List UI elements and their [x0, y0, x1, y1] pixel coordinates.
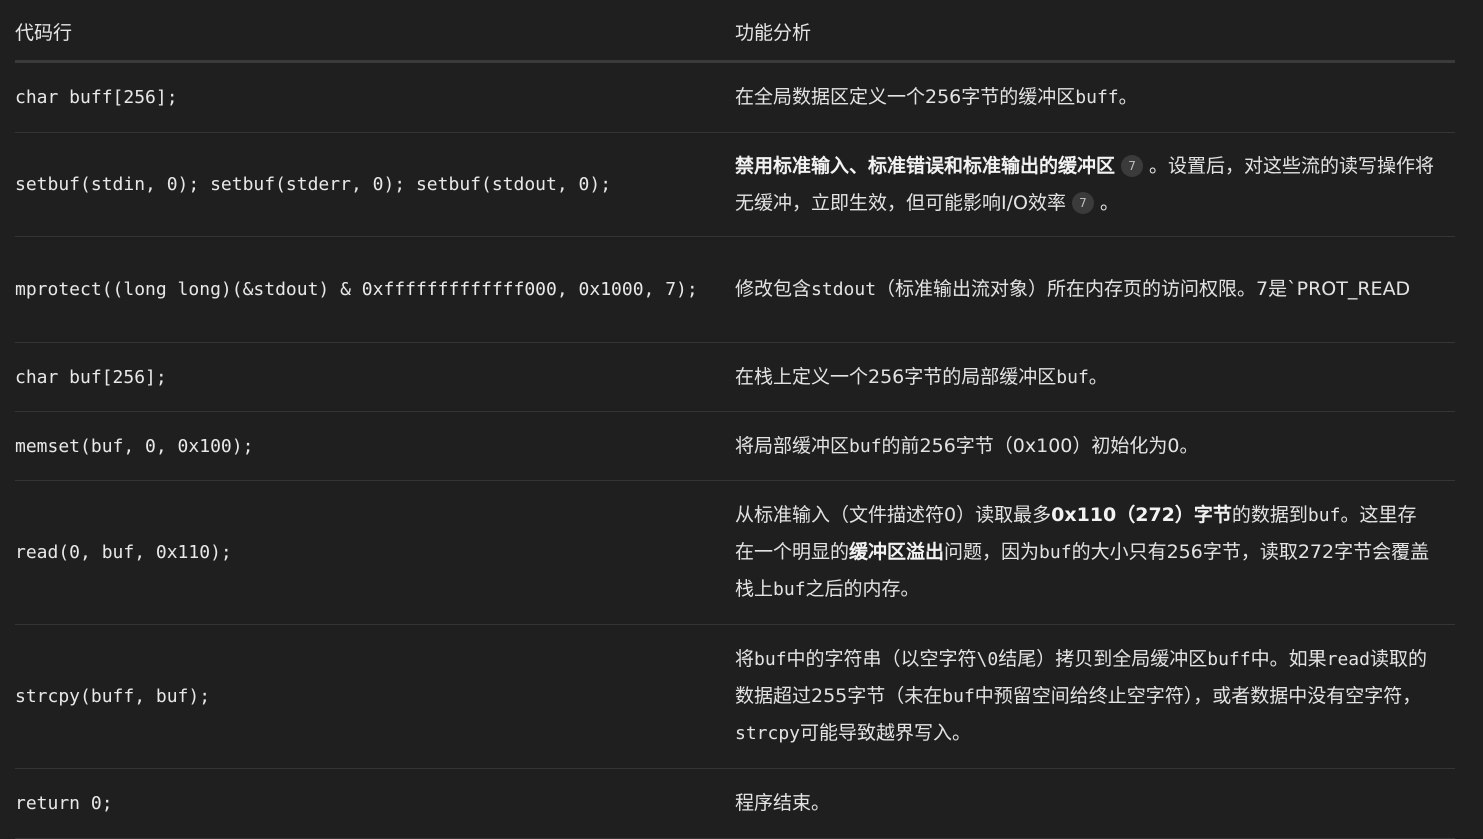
- inline-code: buf: [1307, 505, 1341, 526]
- inline-code: \0: [976, 649, 999, 670]
- description-cell: 从标准输入（文件描述符0）读取最多0x110（272）字节的数据到buf。这里存…: [735, 497, 1455, 608]
- inline-code: buf: [773, 579, 806, 600]
- code-cell: read(0, buf, 0x110);: [15, 542, 232, 563]
- inline-code: buff: [1207, 649, 1251, 670]
- desc-text: 可能导致越界写入。: [800, 722, 972, 744]
- desc-text: 中预留空间给终止空字符），或者数据中没有空字符，: [974, 685, 1422, 707]
- desc-text: 修改包含: [735, 278, 812, 300]
- desc-text: 的前256字节（0x100）初始化为0。: [881, 434, 1199, 457]
- description-cell: 禁用标准输入、标准错误和标准输出的缓冲区 7 。设置后，对这些流的读写操作将无缓冲，…: [735, 148, 1455, 222]
- desc-text: 中的字符串（以空字符: [786, 648, 977, 670]
- desc-text: （标准输出流对象）所在内存页的访问权限。7是`PROT_READ: [876, 278, 1411, 300]
- desc-text: 之后的内存。: [805, 578, 920, 600]
- table-header-row: 代码行 功能分析: [15, 0, 1455, 63]
- inline-code: buf: [849, 435, 882, 457]
- code-cell: return 0;: [15, 793, 113, 814]
- description-cell: 程序结束。: [735, 785, 1455, 822]
- citation-badge[interactable]: 7: [1121, 155, 1144, 177]
- inline-code: buf: [1056, 366, 1089, 388]
- inline-code: buff: [1075, 87, 1119, 108]
- header-code-line: 代码行: [15, 21, 73, 44]
- table-row: read(0, buf, 0x110); 从标准输入（文件描述符0）读取最多0x…: [15, 481, 1455, 625]
- desc-text: 的数据到: [1231, 504, 1308, 526]
- desc-text: 。: [1099, 191, 1119, 214]
- desc-bold-text: 缓冲区溢出: [849, 541, 945, 563]
- inline-code: read: [1326, 649, 1370, 670]
- desc-text: 。: [1118, 86, 1138, 108]
- desc-text: 将局部缓冲区: [735, 434, 850, 457]
- code-cell: mprotect((long long)(&stdout) & 0xffffff…: [15, 279, 698, 300]
- description-cell: 将buf中的字符串（以空字符\0结尾）拷贝到全局缓冲区buff中。如果read读…: [735, 641, 1455, 752]
- desc-text: 在栈上定义一个256字节的局部缓冲区: [735, 365, 1057, 388]
- inline-code: buf: [1039, 542, 1072, 563]
- table-row: mprotect((long long)(&stdout) & 0xffffff…: [15, 237, 1455, 343]
- desc-text: 结尾）拷贝到全局缓冲区: [998, 648, 1208, 670]
- header-function-analysis: 功能分析: [735, 21, 812, 44]
- desc-text: 在全局数据区定义一个256字节的缓冲区: [735, 86, 1076, 108]
- inline-code: buf: [754, 649, 787, 670]
- table-row: memset(buf, 0, 0x100); 将局部缓冲区buf的前256字节（…: [15, 412, 1455, 481]
- description-cell: 在全局数据区定义一个256字节的缓冲区buff。: [735, 79, 1455, 116]
- desc-bold-text: 禁用标准输入、标准错误和标准输出的缓冲区: [735, 154, 1116, 177]
- desc-bold-text: 0x110（272）字节: [1051, 504, 1232, 526]
- table-row: strcpy(buff, buf); 将buf中的字符串（以空字符\0结尾）拷贝…: [15, 625, 1455, 769]
- inline-code: stdout: [811, 279, 877, 300]
- desc-text: 从标准输入（文件描述符0）读取最多: [735, 504, 1052, 526]
- citation-badge[interactable]: 7: [1071, 192, 1094, 214]
- table-row: char buf[256]; 在栈上定义一个256字节的局部缓冲区buf。: [15, 343, 1455, 412]
- inline-code: buf: [942, 686, 975, 707]
- description-cell: 在栈上定义一个256字节的局部缓冲区buf。: [735, 359, 1455, 396]
- code-cell: char buff[256];: [15, 87, 178, 108]
- code-cell: setbuf(stdin, 0); setbuf(stderr, 0); set…: [15, 174, 612, 195]
- desc-text: 问题，因为: [944, 541, 1040, 563]
- desc-text: 。: [1088, 365, 1108, 388]
- analysis-table: 代码行 功能分析 char buff[256]; 在全局数据区定义一个256字节…: [15, 0, 1455, 839]
- code-cell: strcpy(buff, buf);: [15, 686, 211, 707]
- description-cell: 将局部缓冲区buf的前256字节（0x100）初始化为0。: [735, 428, 1455, 465]
- desc-text: 将: [735, 648, 755, 670]
- table-row: setbuf(stdin, 0); setbuf(stderr, 0); set…: [15, 133, 1455, 237]
- inline-code: strcpy: [735, 723, 801, 744]
- description-cell: 修改包含stdout（标准输出流对象）所在内存页的访问权限。7是`PROT_RE…: [735, 271, 1455, 308]
- desc-text: 中。如果: [1250, 648, 1327, 670]
- code-cell: memset(buf, 0, 0x100);: [15, 435, 254, 457]
- code-cell: char buf[256];: [15, 366, 167, 388]
- desc-text: 程序结束。: [735, 792, 831, 814]
- table-row: return 0; 程序结束。: [15, 769, 1455, 839]
- table-row: char buff[256]; 在全局数据区定义一个256字节的缓冲区buff。: [15, 63, 1455, 133]
